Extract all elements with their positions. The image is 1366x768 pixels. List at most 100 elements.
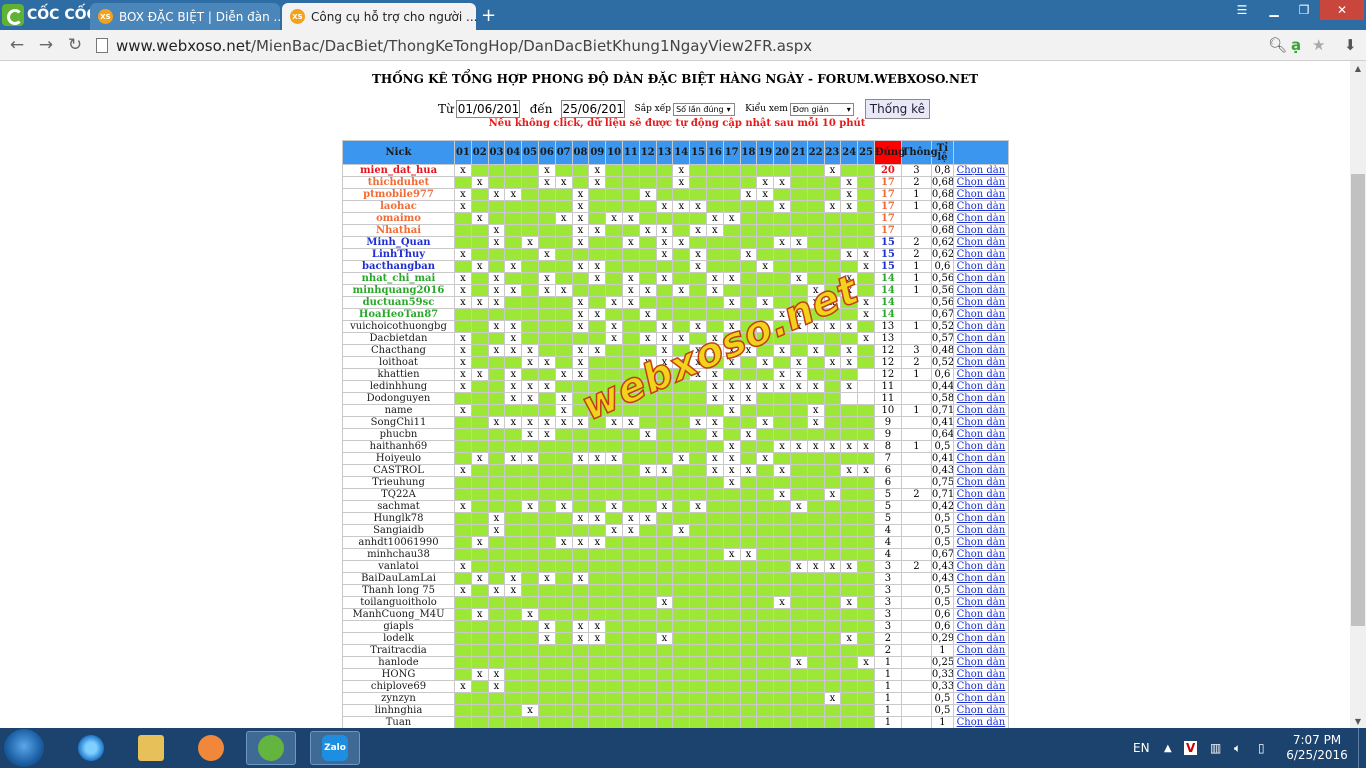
day-cell xyxy=(857,548,875,561)
choose-set-link[interactable]: Chọn dàn xyxy=(952,380,1009,393)
volume-icon[interactable]: 🔈︎ xyxy=(1234,728,1241,768)
minimize-icon[interactable]: ▁ xyxy=(1259,0,1289,20)
show-desktop-button[interactable] xyxy=(1358,728,1366,768)
day-cell xyxy=(588,476,607,489)
choose-set-link[interactable]: Chọn dàn xyxy=(952,392,1009,405)
choose-set-link[interactable]: Chọn dàn xyxy=(952,224,1009,237)
choose-set-link[interactable]: Chọn dàn xyxy=(952,296,1009,309)
day-cell: x xyxy=(638,428,657,441)
choose-set-link[interactable]: Chọn dàn xyxy=(952,692,1009,705)
day-cell: x xyxy=(705,464,724,477)
menu-icon[interactable]: ☰ xyxy=(1227,0,1257,20)
sort-select[interactable]: Số lần đúng ▾ xyxy=(673,102,736,116)
choose-set-link[interactable]: Chọn dàn xyxy=(952,200,1009,213)
choose-set-link[interactable]: Chọn dàn xyxy=(952,416,1009,429)
coccoc-taskbar-icon[interactable] xyxy=(246,731,296,765)
day-cell xyxy=(689,428,707,441)
forward-arrow-icon[interactable]: → xyxy=(35,34,57,56)
battery-icon[interactable]: ▯ xyxy=(1258,728,1265,768)
tab-cong-cu[interactable]: XS Công cụ hỗ trợ cho người ... ✕ xyxy=(282,3,476,30)
new-tab-plus-icon[interactable]: + xyxy=(481,5,496,26)
choose-set-link[interactable]: Chọn dàn xyxy=(952,284,1009,297)
reload-icon[interactable]: ↻ xyxy=(64,34,86,56)
ratio-cell: 0,5 xyxy=(930,692,954,705)
browser-brand[interactable]: CỐC CỐC xyxy=(2,2,97,28)
day-cell xyxy=(521,560,539,573)
choose-set-link[interactable]: Chọn dàn xyxy=(952,452,1009,465)
tab-box-dac-biet[interactable]: XS BOX ĐẶC BIỆT | Diễn đàn ... ✕ xyxy=(90,3,280,30)
choose-set-link[interactable]: Chọn dàn xyxy=(952,260,1009,273)
choose-set-link[interactable]: Chọn dàn xyxy=(952,524,1009,537)
choose-set-link[interactable]: Chọn dàn xyxy=(952,488,1009,501)
view-select[interactable]: Đơn giản ▾ xyxy=(789,102,854,116)
vietkey-tray-icon[interactable]: V xyxy=(1184,728,1198,768)
ie-icon[interactable] xyxy=(66,731,116,765)
day-cell xyxy=(504,488,523,501)
explorer-icon[interactable] xyxy=(126,731,176,765)
choose-set-link[interactable]: Chọn dàn xyxy=(952,668,1009,681)
network-icon[interactable]: ▥ xyxy=(1210,728,1221,768)
language-indicator[interactable]: EN xyxy=(1133,728,1150,768)
choose-set-link[interactable]: Chọn dàn xyxy=(952,428,1009,441)
choose-set-link[interactable]: Chọn dàn xyxy=(952,608,1009,621)
choose-set-link[interactable]: Chọn dàn xyxy=(952,620,1009,633)
choose-set-link[interactable]: Chọn dàn xyxy=(952,716,1009,728)
vertical-scrollbar[interactable]: ▲ ▼ xyxy=(1350,61,1366,728)
choose-set-link[interactable]: Chọn dàn xyxy=(952,332,1009,345)
choose-set-link[interactable]: Chọn dàn xyxy=(952,596,1009,609)
choose-set-link[interactable]: Chọn dàn xyxy=(952,404,1009,417)
choose-set-link[interactable]: Chọn dàn xyxy=(952,632,1009,645)
back-arrow-icon[interactable]: ← xyxy=(6,34,28,56)
choose-set-link[interactable]: Chọn dàn xyxy=(952,272,1009,285)
choose-set-link[interactable]: Chọn dàn xyxy=(952,644,1009,657)
choose-set-link[interactable]: Chọn dàn xyxy=(952,440,1009,453)
table-row: Traitracdia 2 1 Chọn dàn xyxy=(342,644,1009,657)
choose-set-link[interactable]: Chọn dàn xyxy=(952,464,1009,477)
day-cell xyxy=(689,548,707,561)
url-field[interactable]: www.webxoso.net /MienBac/DacBiet/ThongKe… xyxy=(96,34,1338,57)
to-date-input[interactable] xyxy=(560,100,625,118)
windows-start-icon[interactable] xyxy=(4,729,44,767)
choose-set-link[interactable]: Chọn dàn xyxy=(952,560,1009,573)
vietnamese-input-icon[interactable]: ạ xyxy=(1291,36,1301,54)
choose-set-link[interactable]: Chọn dàn xyxy=(952,536,1009,549)
maximize-icon[interactable]: ❐ xyxy=(1289,0,1319,20)
choose-set-link[interactable]: Chọn dàn xyxy=(952,704,1009,717)
bookmark-star-icon[interactable]: ★ xyxy=(1312,36,1325,54)
choose-set-link[interactable]: Chọn dàn xyxy=(952,236,1009,249)
system-clock[interactable]: 7:07 PM 6/25/2016 xyxy=(1282,733,1352,763)
choose-set-link[interactable]: Chọn dàn xyxy=(952,476,1009,489)
choose-set-link[interactable]: Chọn dàn xyxy=(952,308,1009,321)
scroll-thumb[interactable] xyxy=(1351,174,1365,626)
zalo-taskbar-icon[interactable]: Zalo xyxy=(310,731,360,765)
choose-set-link[interactable]: Chọn dàn xyxy=(952,656,1009,669)
day-cell xyxy=(840,656,859,669)
choose-set-link[interactable]: Chọn dàn xyxy=(952,248,1009,261)
choose-set-link[interactable]: Chọn dàn xyxy=(952,368,1009,381)
choose-set-link[interactable]: Chọn dàn xyxy=(952,584,1009,597)
media-player-icon[interactable] xyxy=(186,731,236,765)
choose-set-link[interactable]: Chọn dàn xyxy=(952,500,1009,513)
choose-set-link[interactable]: Chọn dàn xyxy=(952,320,1009,333)
choose-set-link[interactable]: Chọn dàn xyxy=(952,356,1009,369)
scroll-down-arrow-icon[interactable]: ▼ xyxy=(1350,714,1366,728)
day-cell: x xyxy=(655,632,674,645)
choose-set-link[interactable]: Chọn dàn xyxy=(952,212,1009,225)
choose-set-link[interactable]: Chọn dàn xyxy=(952,512,1009,525)
close-window-icon[interactable]: ✕ xyxy=(1320,0,1364,20)
day-cell: x xyxy=(504,392,523,405)
choose-set-link[interactable]: Chọn dàn xyxy=(952,680,1009,693)
choose-set-link[interactable]: Chọn dàn xyxy=(952,164,1009,177)
choose-set-link[interactable]: Chọn dàn xyxy=(952,572,1009,585)
choose-set-link[interactable]: Chọn dàn xyxy=(952,344,1009,357)
scroll-up-arrow-icon[interactable]: ▲ xyxy=(1350,61,1366,75)
choose-set-link[interactable]: Chọn dàn xyxy=(952,548,1009,561)
from-date-input[interactable] xyxy=(455,100,520,118)
zoom-search-icon[interactable]: 🔍︎ xyxy=(1268,36,1287,54)
tray-expand-icon[interactable]: ▲ xyxy=(1164,728,1172,768)
day-cell xyxy=(823,332,842,345)
choose-set-link[interactable]: Chọn dàn xyxy=(952,176,1009,189)
choose-set-link[interactable]: Chọn dàn xyxy=(952,188,1009,201)
statistics-button[interactable]: Thống kê xyxy=(864,99,931,119)
download-icon[interactable]: ⬇ xyxy=(1344,36,1357,54)
